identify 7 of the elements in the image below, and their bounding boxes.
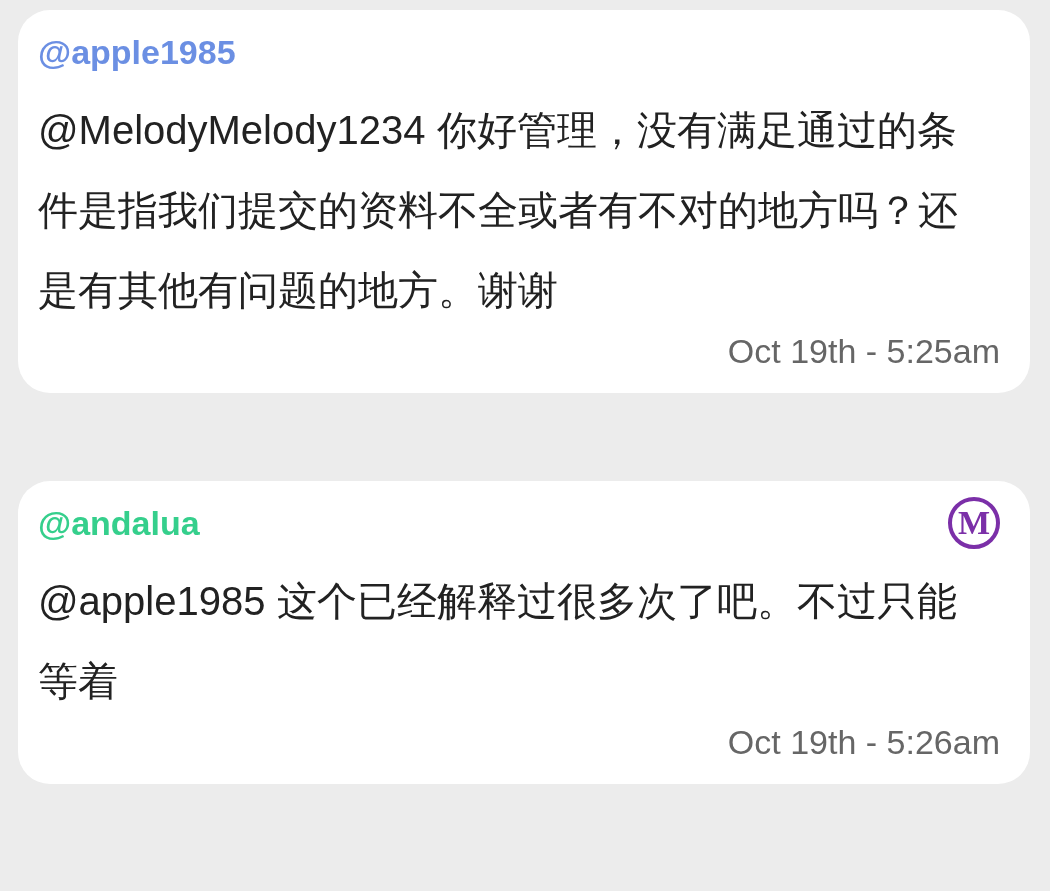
timestamp: Oct 19th - 5:26am	[727, 723, 1000, 762]
comment-text: @MelodyMelody1234 你好管理，没有满足通过的条件是指我们提交的资料不全或者有不对的地方吗？还是有其他有问题的地方。谢谢	[38, 107, 959, 314]
username[interactable]: @apple1985	[38, 32, 236, 72]
comment-text: @apple1985 这个已经解释过很多次了吧。不过只能等着	[38, 578, 958, 705]
username[interactable]: @andalua	[38, 503, 200, 543]
moderator-badge: M	[948, 497, 1000, 549]
timestamp: Oct 19th - 5:25am	[727, 332, 1000, 371]
